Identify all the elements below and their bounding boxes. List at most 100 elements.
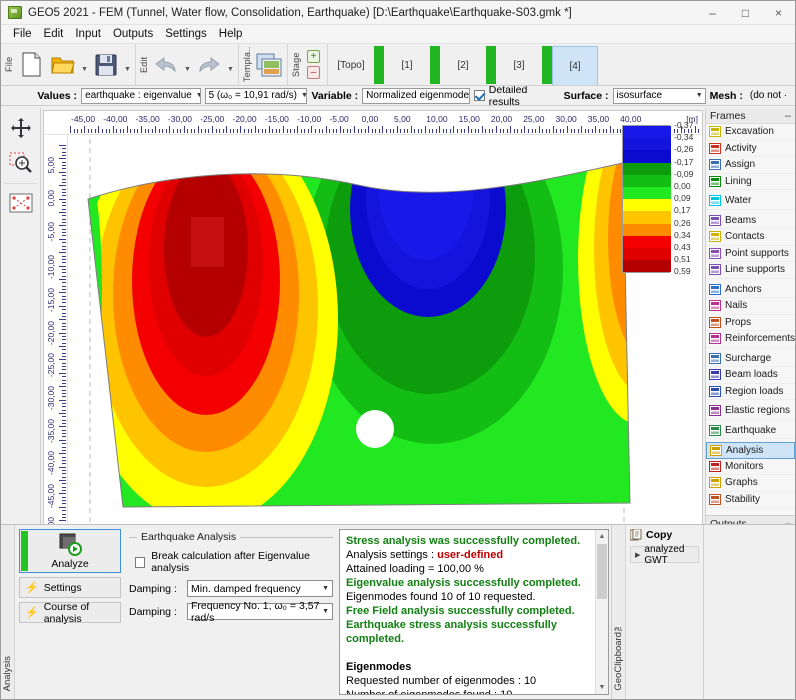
new-file-button[interactable] [15, 47, 47, 83]
menu-file[interactable]: File [7, 26, 38, 42]
analyze-button[interactable]: Analyze [19, 529, 121, 573]
zoom-tool-button[interactable] [4, 146, 38, 178]
sidebar-item-assign[interactable]: Assign [706, 157, 795, 174]
x-tick [215, 129, 217, 133]
sidebar-item-region-loads[interactable]: Region loads [706, 384, 795, 400]
open-file-button[interactable] [47, 47, 79, 83]
scrollbar-thumb[interactable] [597, 544, 607, 599]
template-button[interactable] [253, 47, 285, 83]
save-file-button[interactable] [90, 47, 122, 83]
sidebar-item-contacts[interactable]: Contacts [706, 229, 795, 246]
y-tick [62, 376, 66, 378]
result-line: Requested number of eigenmodes : 10 [346, 674, 602, 688]
y-tick [62, 289, 66, 291]
y-tick [62, 275, 66, 277]
surface-select[interactable]: isosurface ▼ [612, 87, 706, 104]
sidebar-item-label: Region loads [725, 385, 784, 397]
x-tick [400, 129, 402, 133]
stage-tab-3[interactable]: [3] [496, 46, 542, 85]
y-tick [59, 198, 66, 200]
frames-panel-minimize-button[interactable]: – [785, 110, 791, 121]
add-stage-button[interactable]: + [307, 50, 320, 63]
sidebar-item-earthquake[interactable]: Earthquake [706, 423, 795, 439]
sidebar-item-monitors[interactable]: Monitors [706, 459, 795, 475]
stage-tab-1[interactable]: [1] [384, 46, 430, 85]
stage-tab-topo[interactable]: [Topo] [328, 46, 374, 85]
sidebar-item-activity[interactable]: Activity [706, 141, 795, 157]
sidebar-item-water[interactable]: Water [706, 193, 795, 210]
x-tick [467, 126, 469, 133]
analysis-vertical-tab[interactable]: Analysis [1, 525, 15, 699]
x-tick [194, 129, 196, 133]
sidebar-item-analysis[interactable]: Analysis [706, 442, 795, 459]
stage-tab-4[interactable]: [4] [552, 46, 598, 85]
y-tick [62, 490, 66, 492]
sidebar-item-nails[interactable]: Nails [706, 298, 795, 315]
damping-mode-label: Damping : [129, 582, 177, 595]
remove-stage-button[interactable]: – [307, 66, 320, 79]
sidebar-item-beams[interactable]: Beams [706, 213, 795, 229]
stage-tab-2[interactable]: [2] [440, 46, 486, 85]
x-tick [442, 129, 444, 133]
y-tick [62, 396, 66, 398]
mesh-select[interactable]: (do not · [747, 88, 792, 104]
x-tick [247, 129, 249, 133]
y-tick [62, 423, 66, 425]
undo-dropdown-icon[interactable]: ▼ [182, 47, 193, 83]
scroll-down-icon[interactable]: ▼ [596, 681, 608, 694]
sidebar-item-props[interactable]: Props [706, 315, 795, 331]
graphs-icon [709, 477, 721, 489]
damping-frequency-select[interactable]: Frequency No. 1, ω₀ = 3,57 rad/s ▼ [187, 600, 333, 624]
variable-select[interactable]: Normalized eigenmode d ₙ, ᵣ ▼ [362, 87, 470, 104]
minimize-button[interactable]: – [696, 1, 729, 24]
settings-button[interactable]: ⚡ Settings [19, 577, 121, 598]
geoclipboard-vertical-tab[interactable]: GeoClipboard™ [612, 525, 626, 699]
x-tick [545, 129, 547, 133]
maximize-button[interactable]: □ [729, 1, 762, 24]
sidebar-item-graphs[interactable]: Graphs [706, 475, 795, 492]
clipboard-item-analyzed-gwt[interactable]: ▶ analyzed GWT [630, 544, 699, 566]
x-tick [385, 129, 387, 133]
redo-button[interactable] [193, 47, 225, 83]
course-of-analysis-button[interactable]: ⚡ Course of analysis [19, 601, 121, 625]
scroll-up-icon[interactable]: ▲ [596, 530, 608, 543]
save-file-dropdown-icon[interactable]: ▼ [122, 47, 133, 83]
expand-arrow-icon[interactable]: ▶ [635, 551, 640, 559]
menu-help[interactable]: Help [213, 26, 249, 42]
mode-select[interactable]: 5 (ω₀ = 10,91 rad/s) ▼ [204, 87, 308, 104]
sidebar-item-surcharge[interactable]: Surcharge [706, 351, 795, 367]
results-scrollbar[interactable]: ▲ ▼ [595, 530, 608, 694]
menu-input[interactable]: Input [69, 26, 107, 42]
sidebar-item-excavation[interactable]: Excavation [706, 124, 795, 141]
values-select[interactable]: earthquake : eigenvalue ▼ [81, 87, 201, 104]
ribbon-group-template-label: Templa.. [242, 46, 252, 83]
menu-edit[interactable]: Edit [38, 26, 70, 42]
damping-mode-select[interactable]: Min. damped frequency ▼ [187, 580, 333, 597]
fit-tool-button[interactable] [4, 187, 38, 219]
detailed-results-checkbox[interactable] [473, 90, 485, 101]
frames-list: Excavation Activity Assign Lining Water Beams… [706, 124, 795, 515]
y-tick [59, 399, 66, 401]
break-calculation-checkbox[interactable] [135, 556, 146, 568]
sidebar-item-elastic-regions[interactable]: Elastic regions [706, 403, 795, 420]
results-output[interactable]: Stress analysis was successfully complet… [339, 529, 609, 695]
sidebar-item-lining[interactable]: Lining [706, 174, 795, 190]
x-tick [233, 129, 235, 133]
pan-tool-button[interactable] [4, 112, 38, 144]
sidebar-item-line-supports[interactable]: Line supports [706, 262, 795, 279]
legend-band [623, 150, 671, 163]
chevron-down-icon: ▼ [322, 608, 329, 615]
sidebar-item-point-supports[interactable]: Point supports [706, 246, 795, 262]
sidebar-item-anchors[interactable]: Anchors [706, 282, 795, 298]
x-tick [598, 129, 600, 133]
sidebar-item-stability[interactable]: Stability [706, 492, 795, 508]
close-button[interactable]: × [762, 1, 795, 24]
sidebar-item-reinforcements[interactable]: Reinforcements [706, 331, 795, 348]
undo-button[interactable] [150, 47, 182, 83]
menu-outputs[interactable]: Outputs [107, 26, 159, 42]
sidebar-item-beam-loads[interactable]: Beam loads [706, 367, 795, 384]
y-tick [59, 225, 66, 227]
open-file-dropdown-icon[interactable]: ▼ [79, 47, 90, 83]
redo-dropdown-icon[interactable]: ▼ [225, 47, 236, 83]
menu-settings[interactable]: Settings [159, 26, 213, 42]
